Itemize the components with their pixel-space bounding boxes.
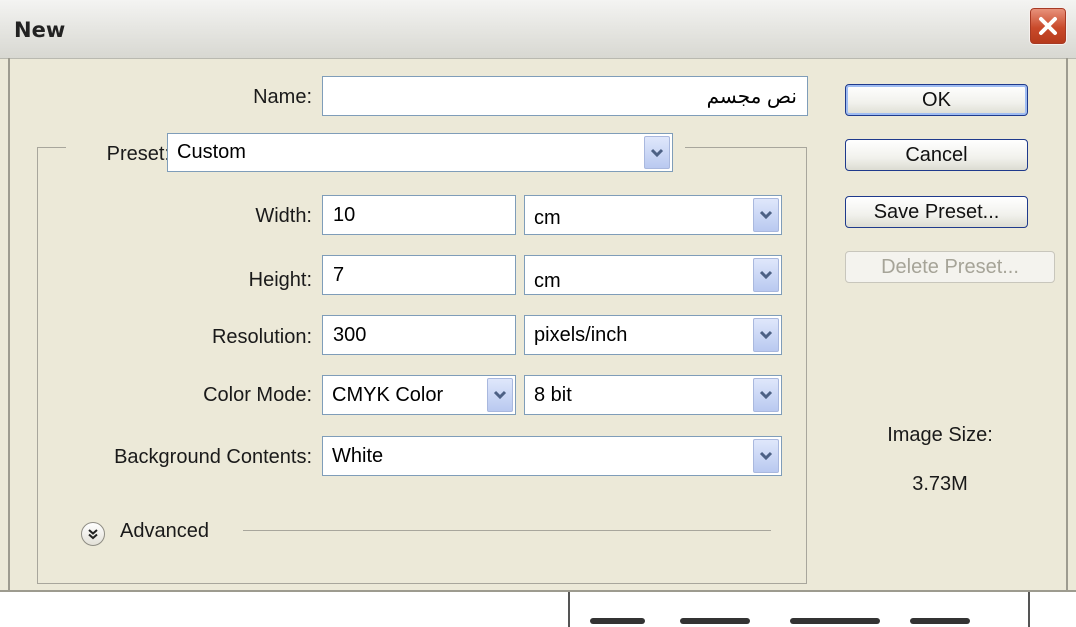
background-contents-value: White: [332, 444, 384, 467]
image-size-label: Image Size:: [887, 424, 993, 446]
bit-depth-dropdown-button[interactable]: [753, 378, 779, 412]
group-box-gap: [673, 145, 685, 149]
resolution-unit-value: pixels/inch: [534, 323, 628, 346]
preset-label: Preset:: [66, 143, 174, 166]
preset-select[interactable]: Custom: [167, 133, 673, 172]
width-unit-value: cm: [534, 206, 561, 229]
color-mode-dropdown-button[interactable]: [487, 378, 513, 412]
delete-preset-button: Delete Preset...: [845, 251, 1055, 283]
close-icon: [1039, 17, 1057, 35]
strip-fragment: [680, 618, 750, 624]
color-mode-label: Color Mode:: [203, 384, 312, 406]
save-preset-button[interactable]: Save Preset...: [845, 196, 1028, 228]
ok-button[interactable]: OK: [845, 84, 1028, 116]
preset-value: Custom: [177, 141, 246, 163]
height-unit-value: cm: [534, 269, 561, 292]
color-mode-select[interactable]: CMYK Color: [322, 375, 516, 415]
strip-fragment: [790, 618, 880, 624]
resolution-field[interactable]: 300: [322, 315, 516, 355]
resolution-unit-dropdown-button[interactable]: [753, 318, 779, 352]
width-label: Width:: [255, 205, 312, 227]
chevron-down-icon: [759, 270, 773, 280]
advanced-label[interactable]: Advanced: [120, 520, 209, 543]
strip-fragment: [910, 618, 970, 624]
chevron-down-icon: [650, 148, 664, 157]
background-contents-label: Background Contents:: [114, 446, 312, 468]
close-button[interactable]: [1029, 7, 1067, 45]
height-unit-dropdown-button[interactable]: [753, 258, 779, 292]
strip-divider: [1028, 592, 1030, 627]
width-unit-dropdown-button[interactable]: [753, 198, 779, 232]
cancel-button[interactable]: Cancel: [845, 139, 1028, 171]
strip-fragment: [590, 618, 645, 624]
preset-dropdown-button[interactable]: [644, 136, 670, 169]
background-contents-dropdown-button[interactable]: [753, 439, 779, 473]
height-unit-select[interactable]: cm: [524, 255, 782, 295]
chevron-down-icon: [759, 330, 773, 340]
width-unit-select[interactable]: cm: [524, 195, 782, 235]
window-title: New: [14, 18, 66, 42]
chevron-down-icon: [493, 390, 507, 400]
strip-divider: [568, 592, 570, 627]
name-field[interactable]: نص مجسم: [322, 76, 808, 116]
advanced-toggle[interactable]: [81, 522, 105, 546]
frame-border-left: [8, 58, 10, 598]
width-field[interactable]: 10: [322, 195, 516, 235]
bit-depth-value: 8 bit: [534, 383, 572, 406]
chevron-down-icon: [759, 451, 773, 461]
name-label: Name:: [253, 86, 312, 108]
title-bar: New: [0, 0, 1076, 59]
resolution-unit-select[interactable]: pixels/inch: [524, 315, 782, 355]
background-window-strip: [0, 590, 1076, 627]
height-label: Height:: [248, 269, 312, 291]
color-mode-value: CMYK Color: [332, 383, 444, 406]
chevron-down-icon: [759, 390, 773, 400]
image-size-value: 3.73M: [912, 473, 968, 495]
double-chevron-down-icon: [88, 529, 98, 540]
background-contents-select[interactable]: White: [322, 436, 782, 476]
chevron-down-icon: [759, 210, 773, 220]
bit-depth-select[interactable]: 8 bit: [524, 375, 782, 415]
resolution-label: Resolution:: [211, 326, 312, 348]
frame-border-right: [1066, 58, 1068, 598]
advanced-divider: [243, 530, 771, 531]
height-field[interactable]: 7: [322, 255, 516, 295]
